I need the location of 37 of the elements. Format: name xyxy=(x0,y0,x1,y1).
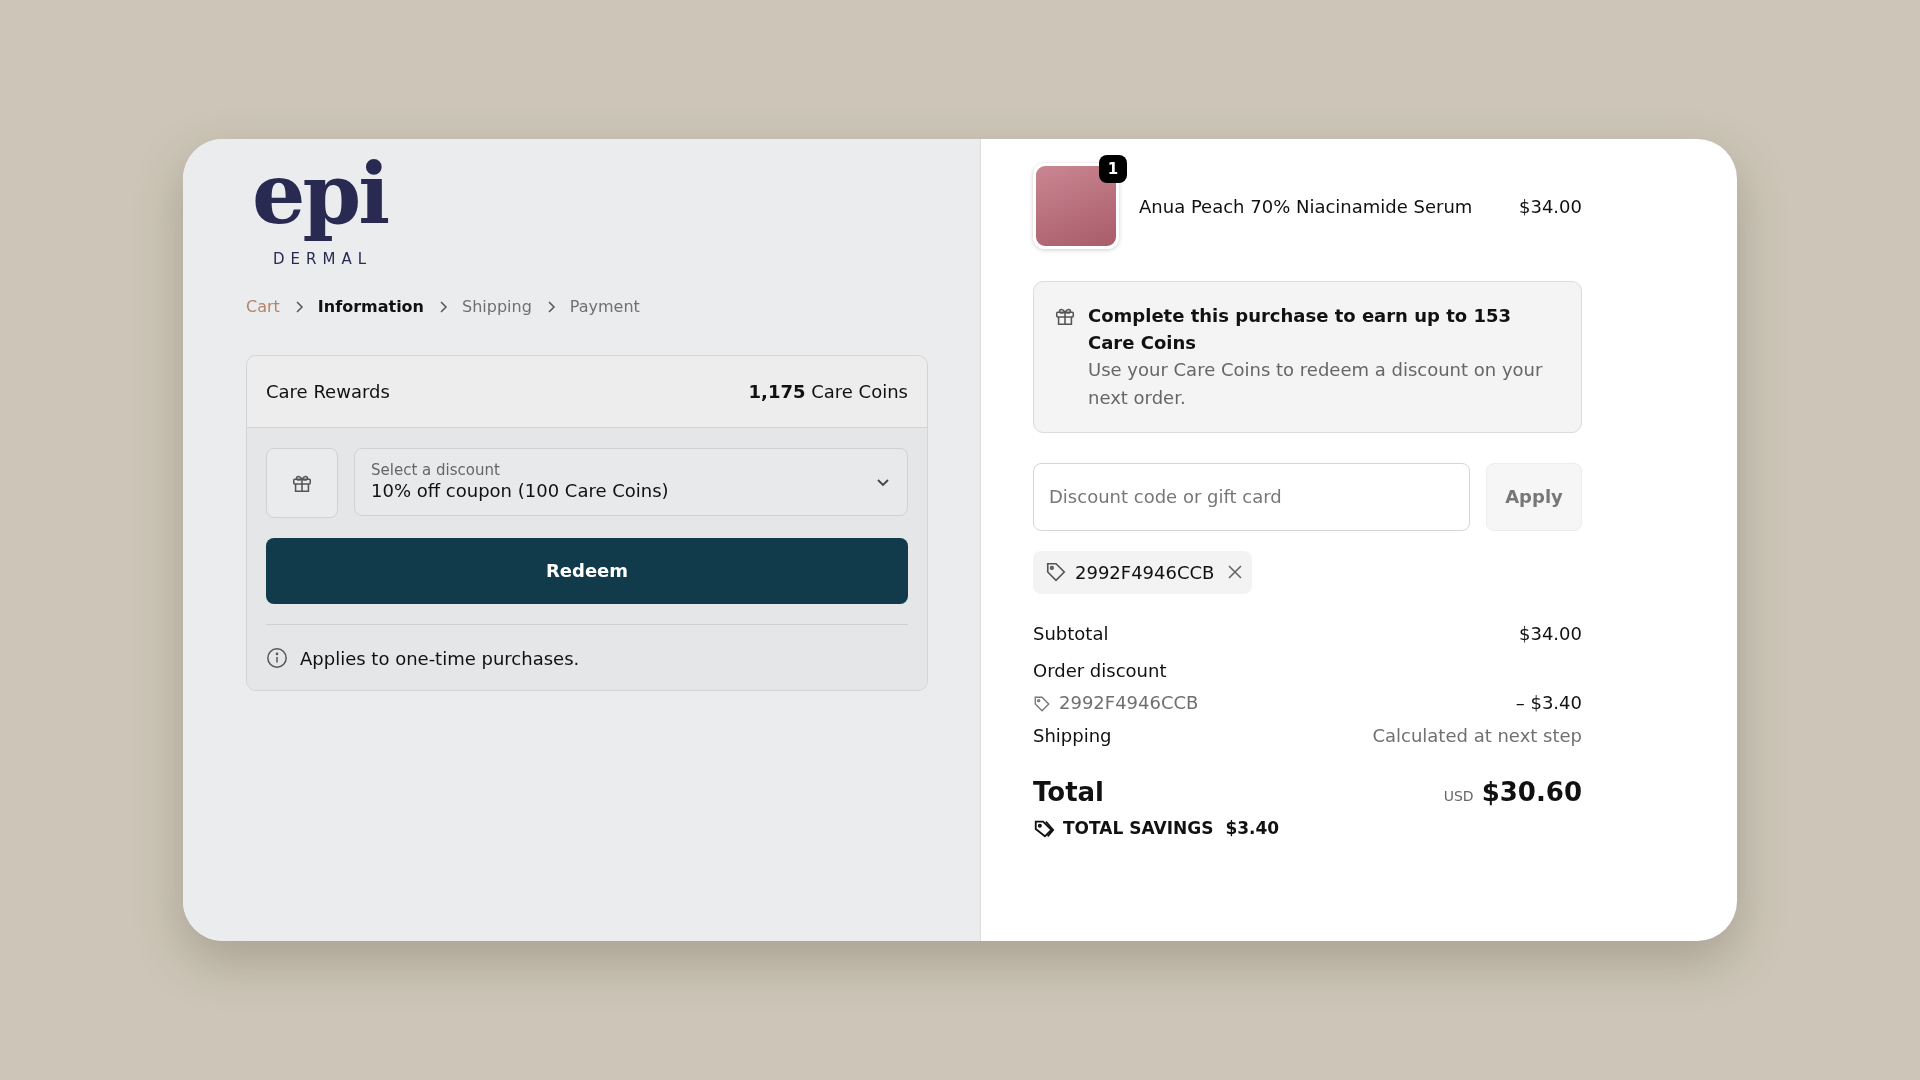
breadcrumb-step: Payment xyxy=(569,294,640,319)
code-text: 2992F4946CCB xyxy=(1075,560,1215,585)
product-price: $34.00 xyxy=(1519,194,1582,219)
coin-balance: 1,175 Care Coins xyxy=(748,379,908,404)
apply-button[interactable]: Apply xyxy=(1486,462,1582,531)
redeem-button[interactable]: Redeem xyxy=(266,537,908,604)
total-label: Total xyxy=(1033,775,1105,809)
total-amount: $30.60 xyxy=(1481,775,1582,809)
discount-select[interactable]: Select a discount 10% off coupon (100 Care Coins) xyxy=(354,447,908,516)
summary-value: $34.00 xyxy=(1519,621,1582,646)
chevron-right-icon xyxy=(438,300,448,313)
discount-code: 2992F4946CCB xyxy=(1059,691,1199,716)
logo-subtitle: DERMAL xyxy=(272,249,372,271)
summary-value: – $3.40 xyxy=(1515,691,1582,716)
rewards-title: Care Rewards xyxy=(266,379,390,404)
tag-icon xyxy=(1033,694,1051,713)
breadcrumb-step: Information xyxy=(317,294,424,319)
earn-title: Complete this purchase to earn up to 153 Care Coins xyxy=(1088,304,1512,355)
discount-code-field[interactable]: Discount code or gift card xyxy=(1033,462,1470,531)
summary-label: Order discount xyxy=(1033,658,1168,683)
chevron-right-icon xyxy=(293,300,304,313)
quantity-badge: 1 xyxy=(1099,155,1127,183)
product-name: Anua Peach 70% Niacinamide Serum xyxy=(1139,194,1474,219)
purchase-note: Applies to one-time purchases. xyxy=(300,646,580,671)
earn-text: Use your Care Coins to redeem a discount on your next order. xyxy=(1088,358,1544,410)
savings-amount: $3.40 xyxy=(1225,816,1280,840)
breadcrumb-step: Shipping xyxy=(462,294,532,319)
tag-icon xyxy=(1045,561,1067,584)
summary-value: Calculated at next step xyxy=(1372,724,1582,749)
logo-wordmark: epi xyxy=(251,143,388,245)
savings-label: TOTAL SAVINGS xyxy=(1063,816,1214,840)
info-icon xyxy=(266,647,288,670)
summary-label: Shipping xyxy=(1033,724,1112,749)
close-icon xyxy=(1228,565,1243,580)
chevron-right-icon xyxy=(545,300,556,313)
summary-label: Subtotal xyxy=(1033,621,1109,646)
currency-code: USD xyxy=(1443,786,1474,806)
